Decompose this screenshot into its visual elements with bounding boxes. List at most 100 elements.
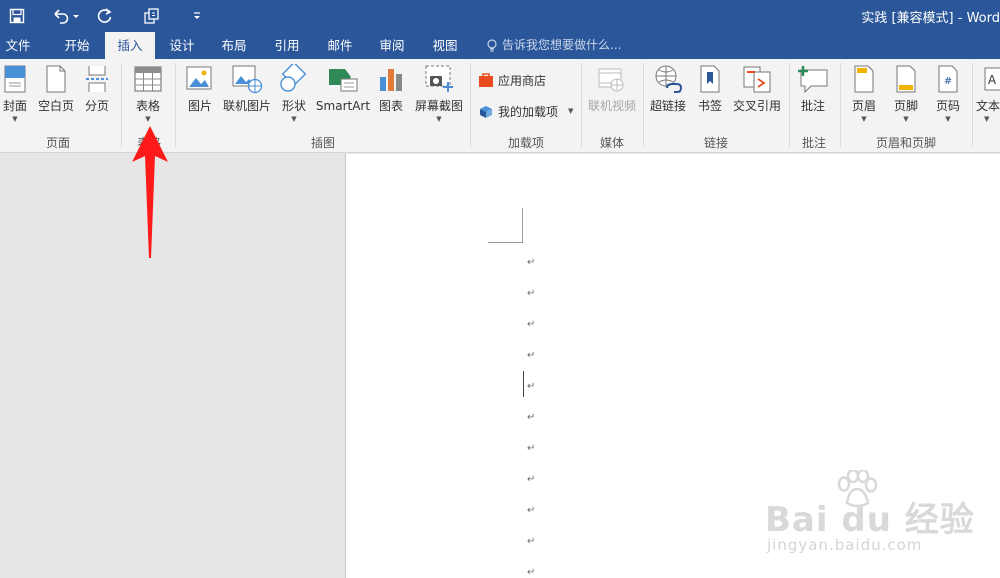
shapes-icon	[278, 63, 310, 95]
page-break-button[interactable]: 分页	[82, 63, 112, 133]
tell-me-box[interactable]: 告诉我您想要做什么...	[486, 32, 621, 59]
footer-label: 页脚	[893, 99, 918, 113]
picture-icon	[184, 63, 216, 95]
tab-home[interactable]: 开始	[55, 32, 99, 59]
shapes-label: 形状	[281, 99, 306, 113]
svg-text:#: #	[944, 76, 952, 87]
header-icon	[848, 63, 880, 95]
lightbulb-icon	[487, 38, 497, 52]
group-label-comments: 批注	[801, 136, 826, 150]
paragraph-mark: ↵	[527, 381, 536, 392]
document-title: 实践 [兼容模式] - Word	[861, 11, 1000, 26]
customize-qat-icon[interactable]	[188, 4, 206, 28]
group-label-addins: 加载项	[507, 136, 544, 150]
group-separator	[121, 63, 122, 147]
textbox-label: 文本	[976, 99, 1000, 113]
group-label-media: 媒体	[599, 136, 624, 150]
chevron-down-icon: ▼	[145, 115, 151, 123]
group-separator	[840, 63, 841, 147]
save-icon[interactable]	[4, 4, 30, 28]
cross-reference-icon	[741, 63, 773, 95]
comment-icon	[797, 63, 829, 95]
hyperlink-button[interactable]: 超链接	[648, 63, 688, 133]
group-label-illustrations: 插图	[310, 136, 335, 150]
text-cursor	[523, 371, 524, 397]
online-picture-label: 联机图片	[222, 99, 271, 113]
table-icon	[132, 63, 164, 95]
chevron-down-icon: ▼	[984, 115, 990, 123]
store-icon	[479, 73, 493, 87]
group-label-pages: 页面	[45, 136, 70, 150]
header-button[interactable]: 页眉 ▼	[846, 63, 882, 133]
group-label-header-footer: 页眉和页脚	[875, 136, 936, 150]
paragraph-mark: ↵	[527, 443, 536, 454]
page-number-label: 页码	[935, 99, 960, 113]
cross-reference-button[interactable]: 交叉引用	[730, 63, 784, 133]
my-addins-button[interactable]: 我的加载项 ▼	[478, 100, 573, 122]
cover-page-button[interactable]: 封面 ▼	[0, 63, 30, 133]
page-break-label: 分页	[84, 99, 109, 113]
textbox-icon: A	[976, 63, 1000, 95]
title-bar: 实践 [兼容模式] - Word	[0, 0, 1000, 32]
tab-insert[interactable]: 插入	[105, 32, 155, 59]
tab-view[interactable]: 视图	[425, 32, 465, 59]
redo-icon[interactable]	[94, 4, 116, 28]
bookmark-icon	[694, 63, 726, 95]
chevron-down-icon: ▼	[12, 115, 18, 123]
picture-button[interactable]: 图片	[182, 63, 218, 133]
tell-me-placeholder: 告诉我您想要做什么...	[502, 38, 622, 52]
chevron-down-icon: ▼	[291, 115, 297, 123]
red-arrow-annotation	[132, 126, 168, 258]
ribbon-tabs: 文件 开始 插入 设计 布局 引用 邮件 审阅 视图 告诉我您想要做什么...	[0, 32, 1000, 59]
cover-page-icon	[0, 63, 31, 95]
page-number-button[interactable]: # 页码 ▼	[930, 63, 966, 133]
cover-page-label: 封面	[2, 99, 27, 113]
baidu-jingyan-watermark: Bai du 经验 jingyan.baidu.com	[765, 470, 974, 560]
tab-references[interactable]: 引用	[267, 32, 307, 59]
touch-mode-icon[interactable]	[140, 4, 164, 28]
chart-button[interactable]: 图表	[374, 63, 408, 133]
undo-icon[interactable]	[48, 4, 84, 28]
smartart-icon	[327, 63, 359, 95]
store-label: 应用商店	[498, 73, 547, 88]
store-button[interactable]: 应用商店	[478, 69, 546, 91]
bookmark-button[interactable]: 书签	[694, 63, 726, 133]
my-addins-label: 我的加载项	[498, 104, 559, 119]
tab-mailings[interactable]: 邮件	[320, 32, 360, 59]
group-label-links: 链接	[703, 136, 728, 150]
chevron-down-icon: ▼	[568, 107, 574, 115]
page-margin-corner-mark	[522, 208, 523, 243]
online-video-label: 联机视频	[587, 99, 636, 113]
chevron-down-icon: ▼	[861, 115, 867, 123]
paragraph-mark: ↵	[527, 288, 536, 299]
watermark-url: jingyan.baidu.com	[767, 536, 923, 554]
online-video-icon	[596, 63, 628, 95]
tab-layout[interactable]: 布局	[214, 32, 254, 59]
shapes-button[interactable]: 形状 ▼	[278, 63, 310, 133]
cross-reference-label: 交叉引用	[732, 99, 781, 113]
word-window: 实践 [兼容模式] - Word 文件 开始 插入 设计 布局 引用 邮件 审阅…	[0, 0, 1000, 578]
screenshot-label: 屏幕截图	[414, 99, 463, 113]
blank-page-icon	[40, 63, 72, 95]
document-canvas-background	[0, 154, 345, 578]
page-number-icon: #	[932, 63, 964, 95]
group-separator	[581, 63, 582, 147]
online-picture-icon	[231, 63, 263, 95]
tab-file[interactable]: 文件	[0, 32, 36, 59]
blank-page-button[interactable]: 空白页	[36, 63, 76, 133]
screenshot-button[interactable]: 屏幕截图 ▼	[412, 63, 466, 133]
bookmark-label: 书签	[697, 99, 722, 113]
footer-button[interactable]: 页脚 ▼	[888, 63, 924, 133]
online-video-button[interactable]: 联机视频	[586, 63, 638, 133]
smartart-label: SmartArt	[315, 99, 371, 113]
smartart-button[interactable]: SmartArt	[315, 63, 371, 133]
tab-review[interactable]: 审阅	[372, 32, 412, 59]
table-button[interactable]: 表格 ▼	[128, 63, 168, 133]
textbox-button[interactable]: A 文本 ▼	[976, 63, 1000, 133]
hyperlink-label: 超链接	[649, 99, 686, 113]
paragraph-mark: ↵	[527, 319, 536, 330]
tab-design[interactable]: 设计	[162, 32, 202, 59]
online-picture-button[interactable]: 联机图片	[220, 63, 274, 133]
new-comment-button[interactable]: 批注	[795, 63, 831, 133]
hyperlink-icon	[652, 63, 684, 95]
